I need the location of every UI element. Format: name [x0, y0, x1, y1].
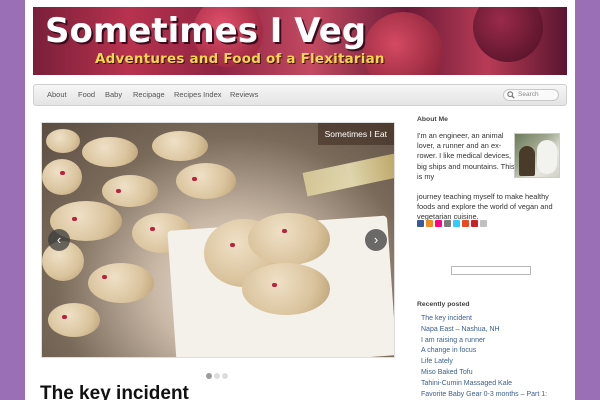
recent-post-link[interactable]: I am raising a runner	[421, 336, 547, 347]
recent-post-link[interactable]: Tahini-Cumin Massaged Kale	[421, 379, 547, 390]
post-title[interactable]: The key incident	[40, 383, 189, 400]
about-text: I'm an engineer, an animal lover, a runn…	[417, 131, 515, 181]
mail-icon[interactable]	[480, 220, 487, 227]
header-banner[interactable]: Sometimes I Veg Adventures and Food of a…	[33, 7, 567, 75]
recent-post-link[interactable]: The key incident	[421, 314, 547, 325]
recent-posts-list: The key incident Napa East – Nashua, NH …	[421, 314, 547, 400]
cookie-image	[48, 303, 100, 337]
slider-next-button[interactable]: ›	[365, 229, 387, 251]
search-icon[interactable]	[507, 91, 515, 99]
recent-posts-heading: Recently posted	[417, 301, 470, 308]
nav-item-baby[interactable]: Baby	[105, 90, 122, 99]
cookie-image	[46, 129, 80, 153]
slider-pager	[206, 366, 230, 384]
cookie-image	[176, 163, 236, 199]
search-input[interactable]: Search	[503, 89, 559, 101]
cookie-image	[82, 137, 138, 167]
pinterest-icon[interactable]	[471, 220, 478, 227]
cookie-image	[88, 263, 154, 303]
pager-dot[interactable]	[206, 373, 212, 379]
cookie-image	[42, 159, 82, 195]
page-container: Sometimes I Veg Adventures and Food of a…	[25, 0, 575, 400]
sidebar-search-field[interactable]	[451, 266, 531, 275]
cookie-image	[242, 263, 330, 315]
twitter-icon[interactable]	[453, 220, 460, 227]
about-text-continued: journey teaching myself to make healthy …	[417, 192, 553, 222]
nav-item-food[interactable]: Food	[78, 90, 95, 99]
slider-prev-button[interactable]: ‹	[48, 229, 70, 251]
featured-slider[interactable]: Sometimes I Eat ‹ ›	[41, 122, 395, 358]
nav-item-reviews[interactable]: Reviews	[230, 90, 258, 99]
flickr-icon[interactable]	[435, 220, 442, 227]
ribbon-image	[302, 153, 394, 197]
recent-post-link[interactable]: Life Lately	[421, 357, 547, 368]
stumbleupon-icon[interactable]	[462, 220, 469, 227]
site-subtitle: Adventures and Food of a Flexitarian	[95, 51, 385, 67]
nav-item-recipage[interactable]: Recipage	[133, 90, 165, 99]
recent-post-link[interactable]: A change in focus	[421, 346, 547, 357]
main-navigation: About Food Baby Recipage Recipes Index R…	[33, 84, 567, 106]
social-icons	[417, 220, 487, 227]
pager-dot[interactable]	[222, 373, 228, 379]
recent-post-link[interactable]: Favorite Baby Gear 0-3 months – Part 1:	[421, 390, 547, 400]
beet-image	[473, 7, 543, 62]
site-title: Sometimes I Veg	[45, 11, 367, 51]
nav-item-about[interactable]: About	[47, 90, 67, 99]
email-icon[interactable]	[444, 220, 451, 227]
rss-icon[interactable]	[426, 220, 433, 227]
nav-item-recipes-index[interactable]: Recipes Index	[174, 90, 222, 99]
about-heading: About Me	[417, 116, 448, 123]
slider-caption[interactable]: Sometimes I Eat	[317, 123, 394, 145]
facebook-icon[interactable]	[417, 220, 424, 227]
recent-post-link[interactable]: Miso Baked Tofu	[421, 368, 547, 379]
cookie-image	[152, 131, 208, 161]
avatar	[514, 133, 560, 178]
recent-post-link[interactable]: Napa East – Nashua, NH	[421, 325, 547, 336]
pager-dot[interactable]	[214, 373, 220, 379]
search-placeholder: Search	[518, 91, 539, 98]
sidebar: About Me I'm an engineer, an animal love…	[417, 116, 567, 398]
cookie-image	[102, 175, 158, 207]
cookie-image	[248, 213, 330, 265]
